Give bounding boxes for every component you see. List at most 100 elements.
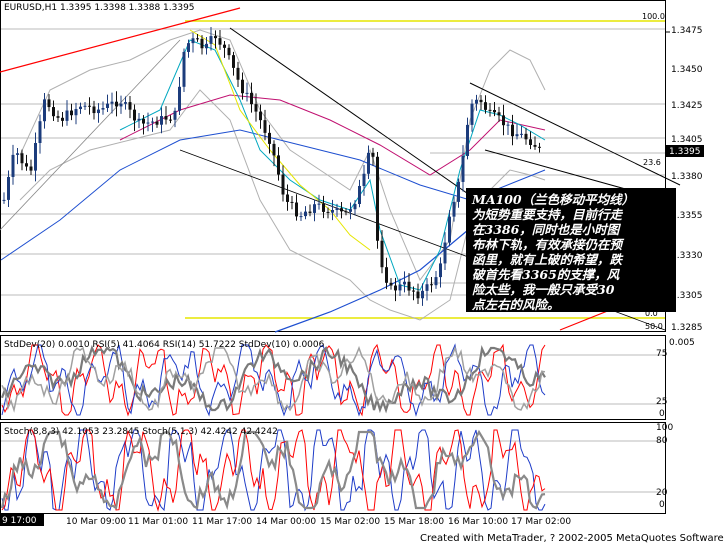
candle-body — [538, 146, 541, 148]
candle-body — [335, 208, 339, 211]
indicator2-header: Stoch(8,8,3) 42.1053 23.2845 Stoch(5,1,3… — [4, 427, 278, 437]
candle-body — [367, 152, 370, 174]
time-tick-4: 11 Mar 17:00 — [192, 517, 252, 527]
fib-label-23-6: 23.6 — [643, 158, 661, 167]
fib-label-61-8: 61.8 — [643, 281, 661, 290]
ind1-tick-0: 0 — [659, 409, 665, 419]
candle-body — [425, 284, 429, 291]
candle-body — [209, 36, 213, 44]
fib-label-50: 50.0 — [645, 322, 663, 331]
candle-body — [529, 139, 532, 145]
candle-body — [65, 110, 69, 121]
analysis-annotation: MA100（兰色移动平均线） 为短势重要支持，目前行走 在3386，同时也是小时… — [466, 188, 676, 312]
candle-body — [515, 134, 519, 137]
candle-body — [326, 211, 330, 213]
candle-body — [214, 36, 217, 39]
candle-body — [466, 124, 469, 156]
candle-body — [421, 290, 424, 299]
candle-body — [430, 284, 433, 286]
candle-body — [457, 181, 460, 202]
candle-body — [317, 203, 321, 205]
annotation-line-5: 函里，就有上破的希望，跌 — [472, 252, 624, 267]
candle-body — [83, 105, 87, 107]
candle-body — [178, 86, 181, 111]
time-tick-7: 15 Mar 18:00 — [384, 517, 444, 527]
candle-body — [340, 208, 343, 212]
candle-body — [115, 101, 118, 107]
annotation-line-3: 在3386，同时也是小时图 — [472, 222, 622, 237]
candle-body — [281, 174, 285, 195]
candle-body — [196, 38, 199, 40]
candle-body — [101, 108, 105, 110]
candle-body — [38, 121, 42, 144]
candle-body — [470, 103, 474, 125]
candle-body — [394, 285, 397, 291]
candle-body — [497, 112, 501, 116]
candle-body — [110, 101, 114, 104]
candle-body — [191, 38, 195, 44]
candle-body — [106, 103, 109, 109]
candle-body — [133, 109, 136, 121]
candle-body — [241, 79, 244, 94]
candle-body — [380, 240, 384, 268]
candle-body — [137, 118, 141, 121]
candle-body — [34, 143, 37, 171]
candle-body — [254, 104, 258, 112]
time-tick-6: 15 Mar 02:00 — [320, 517, 380, 527]
candle-body — [313, 204, 316, 213]
candle-body — [16, 153, 19, 155]
ind1-tick-top: 0.005 — [669, 338, 695, 348]
current-price-label: 1.3395 — [669, 147, 701, 157]
candle-body — [511, 124, 514, 137]
candle-body — [344, 211, 348, 213]
ind1-tick-25: 25 — [656, 397, 667, 407]
price-tick-3: 1.3425 — [671, 101, 703, 111]
candle-body — [119, 103, 123, 107]
time-tick-3: 11 Mar 01:00 — [128, 517, 188, 527]
candle-body — [173, 110, 177, 120]
candle-body — [20, 153, 24, 164]
candle-body — [205, 43, 208, 49]
candle-body — [245, 92, 249, 94]
annotation-line-4: 布林下轨，有效承接仍在预 — [472, 237, 625, 252]
candle-body — [407, 281, 411, 291]
candle-body — [290, 201, 294, 203]
candle-body — [88, 105, 91, 107]
candle-body — [322, 203, 325, 212]
annotation-line-8: 点左右的风险。 — [471, 297, 560, 312]
candle-body — [353, 204, 357, 210]
time-tick-5: 14 Mar 00:00 — [256, 517, 316, 527]
candle-body — [308, 211, 312, 213]
candle-body — [61, 117, 64, 121]
ind2-tick-100: 100 — [656, 423, 673, 433]
candle-body — [142, 118, 145, 124]
indicator1-header: StdDev(20) 0.0010 RSI(5) 41.4064 RSI(14)… — [4, 340, 325, 350]
candle-body — [358, 185, 361, 205]
ind1-tick-75: 75 — [656, 349, 667, 359]
candle-body — [151, 121, 154, 123]
annotation-line-1: MA100（兰色移动平均线） — [471, 192, 634, 207]
candle-body — [268, 132, 271, 144]
candle-body — [56, 116, 60, 118]
candle-body — [295, 202, 298, 217]
candle-body — [259, 111, 262, 121]
price-tick-9: 1.3285 — [671, 323, 703, 333]
candle-body — [385, 267, 388, 283]
price-tick-7: 1.3330 — [671, 251, 703, 261]
candle-body — [187, 43, 190, 52]
candle-body — [164, 116, 168, 120]
candle-body — [493, 110, 496, 113]
ind2-tick-20: 20 — [656, 488, 668, 498]
candle-body — [520, 133, 523, 135]
candle-body — [128, 102, 132, 110]
candle-body — [304, 211, 307, 217]
time-tick-1: 9 17:00 — [2, 516, 37, 526]
candle-body — [11, 154, 15, 177]
footer-credit: Created with MetaTrader, ? 2002-2005 Met… — [420, 533, 724, 544]
candle-body — [74, 109, 78, 116]
ind2-tick-0: 0 — [659, 500, 665, 510]
candle-body — [389, 282, 393, 286]
annotation-line-6: 破首先看3365的支撑，风 — [472, 267, 621, 282]
candle-body — [376, 156, 379, 241]
candle-body — [461, 155, 465, 182]
